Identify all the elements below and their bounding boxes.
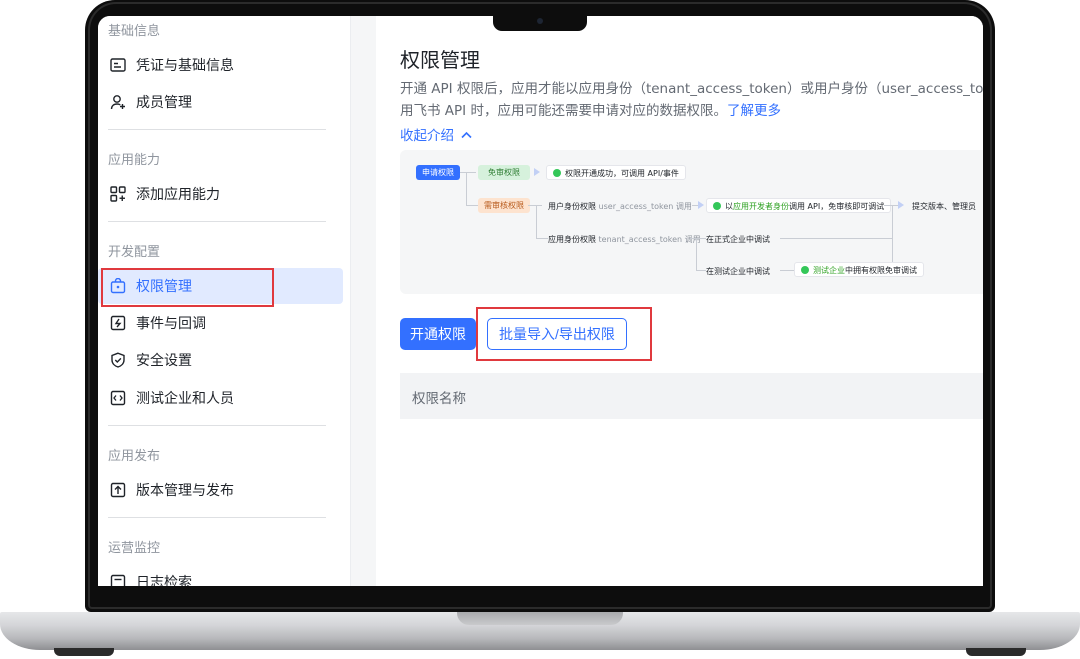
tenant-token-label-text: 应用身份权限	[548, 235, 596, 244]
highlight-box-bulk-button	[476, 307, 652, 361]
divider	[108, 517, 326, 518]
user-token-label: 用户身份权限 user_access_token 调用	[548, 201, 692, 212]
collapse-intro-toggle[interactable]: 收起介绍	[400, 124, 472, 144]
test-result-suffix: 中拥有权限免审调试	[845, 266, 917, 275]
user-token-label-text: 用户身份权限	[548, 202, 596, 211]
sidebar-item-members[interactable]: 成员管理	[98, 84, 343, 120]
flow-connector	[780, 270, 794, 271]
flow-connector	[892, 205, 893, 267]
flow-connector	[466, 172, 467, 205]
flow-connector	[528, 205, 542, 206]
learn-more-link[interactable]: 了解更多	[727, 103, 781, 119]
check-circle-icon	[801, 266, 809, 274]
tenant-token-name: tenant_access_token	[598, 235, 683, 244]
event-icon	[109, 314, 127, 332]
open-permission-button[interactable]: 开通权限	[400, 318, 476, 350]
publish-icon	[109, 481, 127, 499]
page-title: 权限管理	[400, 48, 480, 72]
user-result-prefix: 以	[725, 202, 733, 211]
sidebar-item-add-capability[interactable]: 添加应用能力	[98, 176, 343, 212]
sidebar-item-security[interactable]: 安全设置	[98, 342, 343, 378]
add-capability-icon	[109, 185, 127, 203]
permission-flow-diagram: 申请权限 免审权限 权限开通成功，可调用 API/事件 需审核权限 用户身份权限…	[400, 150, 983, 294]
intro-line-2: 用飞书 API 时，应用可能还需要申请对应的数据权限。了解更多	[400, 100, 983, 122]
log-icon	[109, 573, 127, 586]
camera-icon	[537, 18, 543, 24]
test-icon	[109, 389, 127, 407]
chevron-up-icon	[461, 131, 472, 139]
tenant-token-call: 调用	[684, 235, 701, 244]
sidebar-item-label: 日志检索	[136, 575, 192, 586]
apply-permission-tag: 申请权限	[416, 165, 460, 180]
flow-connector	[466, 205, 478, 206]
laptop-base-groove	[457, 612, 623, 625]
divider	[108, 129, 326, 130]
group-title-publish: 应用发布	[108, 449, 161, 464]
check-circle-icon	[553, 169, 561, 177]
sidebar-item-logs[interactable]: 日志检索	[98, 564, 343, 586]
arrow-right-icon	[698, 201, 704, 209]
flow-connector	[696, 238, 697, 270]
submit-version-text: 提交版本、管理员	[912, 202, 976, 211]
group-title-monitoring: 运营监控	[108, 541, 161, 556]
test-result-highlight: 测试企业	[813, 266, 845, 275]
test-debug-text: 在测试企业中调试	[706, 267, 770, 276]
test-result-tag: 测试企业中拥有权限免审调试	[794, 262, 924, 277]
divider	[108, 425, 326, 426]
sidebar-item-label: 添加应用能力	[136, 187, 220, 203]
sidebar-item-label: 测试企业和人员	[136, 391, 234, 407]
laptop-foot	[966, 648, 1026, 656]
prod-debug-text: 在正式企业中调试	[706, 235, 770, 244]
user-token-call: 调用	[675, 202, 692, 211]
arrow-right-icon	[898, 201, 904, 209]
review-permission-tag: 需审核权限	[478, 198, 530, 213]
arrow-right-icon	[534, 168, 540, 176]
member-icon	[109, 93, 127, 111]
laptop-foot	[54, 648, 114, 656]
intro-line-2-text: 用飞书 API 时，应用可能还需要申请对应的数据权限。	[400, 103, 727, 119]
check-circle-icon	[713, 202, 721, 210]
sidebar-item-events[interactable]: 事件与回调	[98, 305, 343, 341]
credential-icon	[109, 56, 127, 74]
highlight-box-permissions	[101, 268, 274, 307]
user-token-name: user_access_token	[598, 202, 674, 211]
sidebar-item-label: 版本管理与发布	[136, 483, 234, 499]
sidebar-item-versions[interactable]: 版本管理与发布	[98, 472, 343, 508]
sidebar-item-test-tenant[interactable]: 测试企业和人员	[98, 380, 343, 416]
intro-line-1: 开通 API 权限后，应用才能以应用身份（tenant_access_token…	[400, 81, 983, 97]
flow-connector	[696, 270, 706, 271]
app-screen: 基础信息 凭证与基础信息 成员管理 应用能力 添加应用能力 开发配置 权限管理 …	[98, 16, 983, 586]
group-title-dev-config: 开发配置	[108, 245, 161, 260]
flow-connector	[884, 205, 898, 206]
security-icon	[109, 351, 127, 369]
flow-connector	[536, 238, 548, 239]
free-permission-tag: 免审权限	[478, 165, 530, 180]
group-title-capability: 应用能力	[108, 153, 161, 168]
permission-table-header: 权限名称	[400, 373, 983, 419]
group-title-basic: 基础信息	[108, 24, 161, 39]
user-result-suffix: 调用 API，免审核即可调试	[789, 202, 885, 211]
user-result-tag: 以应用开发者身份调用 API，免审核即可调试	[706, 198, 892, 213]
flow-connector	[536, 205, 537, 238]
free-result-text: 权限开通成功，可调用 API/事件	[565, 169, 679, 178]
column-header-permission-name: 权限名称	[412, 391, 466, 407]
sidebar-item-label: 安全设置	[136, 353, 192, 369]
user-result-highlight: 应用开发者身份	[733, 202, 789, 211]
divider	[108, 221, 326, 222]
flow-connector	[690, 238, 706, 239]
flow-connector	[458, 172, 476, 173]
tenant-token-label: 应用身份权限 tenant_access_token 调用	[548, 234, 701, 245]
sidebar-item-label: 事件与回调	[136, 316, 206, 332]
intro-description: 开通 API 权限后，应用才能以应用身份（tenant_access_token…	[400, 78, 983, 122]
sidebar-item-label: 凭证与基础信息	[136, 58, 234, 74]
sidebar-item-credentials[interactable]: 凭证与基础信息	[98, 47, 343, 83]
flow-connector	[780, 238, 892, 239]
free-result-tag: 权限开通成功，可调用 API/事件	[546, 165, 686, 180]
collapse-intro-label: 收起介绍	[400, 128, 454, 144]
sidebar-item-label: 成员管理	[136, 95, 192, 111]
